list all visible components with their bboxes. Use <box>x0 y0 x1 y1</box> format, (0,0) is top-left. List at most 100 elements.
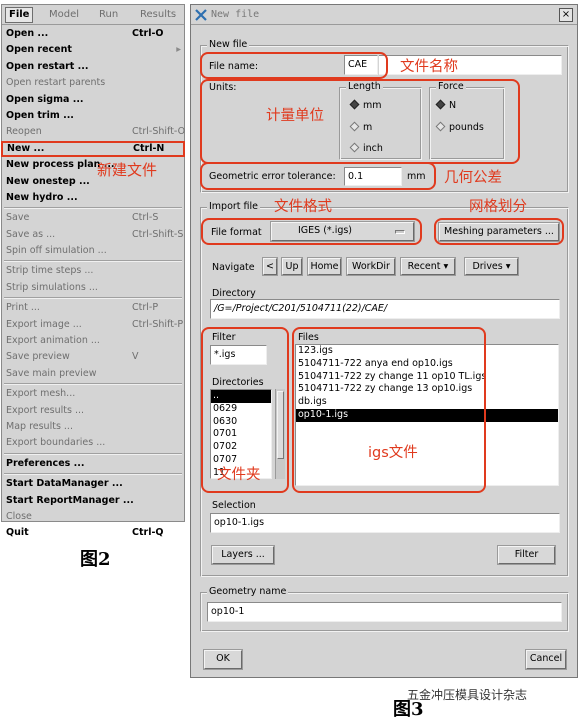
menu-item-label: Open ... <box>6 28 49 39</box>
menubar-run[interactable]: Run <box>96 8 121 22</box>
menu-item[interactable]: Spin off simulation ... <box>2 243 184 259</box>
menu-item-label: Export mesh... <box>6 388 76 400</box>
selection-label: Selection <box>212 500 256 511</box>
menubar-results[interactable]: Results <box>137 8 179 22</box>
menu-item[interactable]: Open trim ... <box>2 108 184 124</box>
menu-item-shortcut: Ctrl-P <box>132 302 159 314</box>
menu-item-label: Save <box>6 212 30 224</box>
menu-item[interactable]: Save preview V <box>2 349 184 365</box>
cancel-button[interactable]: Cancel <box>526 650 566 669</box>
nav-up-button[interactable]: Up <box>282 258 302 275</box>
menu-item-label: Open recent <box>6 44 72 56</box>
menu-separator <box>4 452 182 455</box>
navigate-label: Navigate <box>212 262 255 273</box>
highlight-meshing <box>434 218 564 245</box>
highlight-file-name <box>200 52 388 79</box>
menu-item[interactable]: Save main preview <box>2 366 184 382</box>
menu-item[interactable]: Map results ... <box>2 419 184 435</box>
menu-item-shortcut: V <box>132 351 139 363</box>
menu-item[interactable]: New hydro ... <box>2 190 184 206</box>
menu-separator <box>4 207 182 210</box>
menu-item-shortcut: Ctrl-N <box>133 142 165 154</box>
nav-workdir-button[interactable]: WorkDir <box>347 258 395 275</box>
nav-home-button[interactable]: Home <box>308 258 341 275</box>
highlight-file-format <box>201 218 422 245</box>
menu-item[interactable]: Export animation ... <box>2 333 184 349</box>
menu-item-shortcut: Ctrl-Shift-P <box>132 318 184 330</box>
menu-item-label: Save main preview <box>6 367 97 379</box>
menu-separator <box>4 473 182 476</box>
dialog-title: New file <box>211 9 260 20</box>
menu-item[interactable]: Start DataManager ... <box>2 476 184 492</box>
menubar-model[interactable]: Model <box>46 8 82 22</box>
annotation-tolerance: 几何公差 <box>444 170 502 186</box>
new-file-group-title: New file <box>207 39 250 50</box>
menu-item[interactable]: Start ReportManager ... <box>2 493 184 509</box>
menu-separator <box>4 260 182 263</box>
nav-recent-button[interactable]: Recent ▾ <box>401 258 455 275</box>
menu-item[interactable]: Open sigma ... <box>2 92 184 108</box>
geometry-name-group-title: Geometry name <box>207 586 289 597</box>
annotation-igs-files: igs文件 <box>368 445 418 461</box>
menu-item-label: New ... <box>7 142 45 154</box>
annotation-new-file: 新建文件 <box>97 161 158 179</box>
menu-item[interactable]: Export results ... <box>2 403 184 419</box>
layers-button[interactable]: Layers ... <box>212 546 274 564</box>
menu-item[interactable]: Save Ctrl-S <box>2 210 184 226</box>
menu-item-label: Open trim ... <box>6 109 74 121</box>
annotation-meshing: 网格划分 <box>469 199 527 215</box>
menu-item[interactable]: Export image ... Ctrl-Shift-P <box>2 317 184 333</box>
menu-item-label: Export animation ... <box>6 335 100 347</box>
menu-item-label: Strip time steps ... <box>6 265 94 277</box>
menu-item-label: Open sigma ... <box>6 93 84 105</box>
nav-drives-button[interactable]: Drives ▾ <box>465 258 518 275</box>
dropdown-arrow-icon: ▾ <box>505 261 511 272</box>
figure-2-caption: 图2 <box>80 549 111 570</box>
menu-item-shortcut: Ctrl-Q <box>132 527 164 539</box>
menu-item-label: Save as ... <box>6 228 56 240</box>
menu-item[interactable]: Preferences ... <box>2 456 184 472</box>
close-button[interactable]: × <box>559 8 573 22</box>
menu-item[interactable]: Export mesh... <box>2 386 184 402</box>
menu-item-label: New onestep ... <box>6 175 90 187</box>
menu-item-label: Export image ... <box>6 318 82 330</box>
ok-button[interactable]: OK <box>204 650 242 669</box>
file-menu-items: Open ... Ctrl-O Open recent ▸ Open restart .… <box>1 26 186 542</box>
dropdown-arrow-icon: ▾ <box>443 261 449 272</box>
highlight-files <box>292 327 486 493</box>
menu-item[interactable]: Open ... Ctrl-O <box>2 26 184 42</box>
figure-3-caption: 图3 <box>393 699 424 720</box>
menu-separator <box>4 297 182 300</box>
menu-item[interactable]: Open recent ▸ <box>2 42 184 58</box>
menu-item[interactable]: Close <box>2 509 184 525</box>
menu-item[interactable]: Save as ... Ctrl-Shift-S <box>2 227 184 243</box>
menu-item[interactable]: Export boundaries ... <box>2 435 184 451</box>
menu-item-shortcut: Ctrl-Shift-S <box>132 228 184 240</box>
menubar-file[interactable]: File <box>5 7 34 23</box>
menu-item-shortcut: Ctrl-Shift-O <box>132 126 186 138</box>
menu-item-label: Reopen <box>6 126 42 138</box>
menu-item-label: Quit <box>6 527 29 539</box>
menubar: File Model Run Results <box>2 5 184 25</box>
menu-item-label: Preferences ... <box>6 457 85 469</box>
selection-input[interactable]: op10-1.igs <box>210 513 560 533</box>
menu-item-label: Print ... <box>6 302 40 314</box>
menu-item[interactable]: Print ... Ctrl-P <box>2 300 184 316</box>
dialog-titlebar[interactable]: New file × <box>191 5 577 25</box>
menu-item[interactable]: Reopen Ctrl-Shift-O <box>2 124 186 140</box>
menu-item[interactable]: Open restart parents <box>2 75 184 91</box>
menu-item[interactable]: Strip simulations ... <box>2 280 184 296</box>
menu-item[interactable]: Open restart ... <box>2 59 184 75</box>
menu-item[interactable]: Quit Ctrl-Q <box>2 525 184 541</box>
menu-item[interactable]: Strip time steps ... <box>2 263 184 279</box>
highlight-tolerance <box>200 162 436 190</box>
x-logo-icon <box>195 9 207 21</box>
menu-item-label: Open restart parents <box>6 77 106 89</box>
nav-back-button[interactable]: < <box>263 258 277 275</box>
geometry-name-input[interactable]: op10-1 <box>207 602 562 622</box>
menu-item-label: Map results ... <box>6 420 73 432</box>
menu-item-label: Open restart ... <box>6 60 89 72</box>
filter-button[interactable]: Filter <box>498 546 555 564</box>
directory-input[interactable]: /G=/Project/C201/5104711(22)/CAE/ <box>210 299 560 319</box>
menu-item[interactable]: New ... Ctrl-N <box>1 140 185 158</box>
